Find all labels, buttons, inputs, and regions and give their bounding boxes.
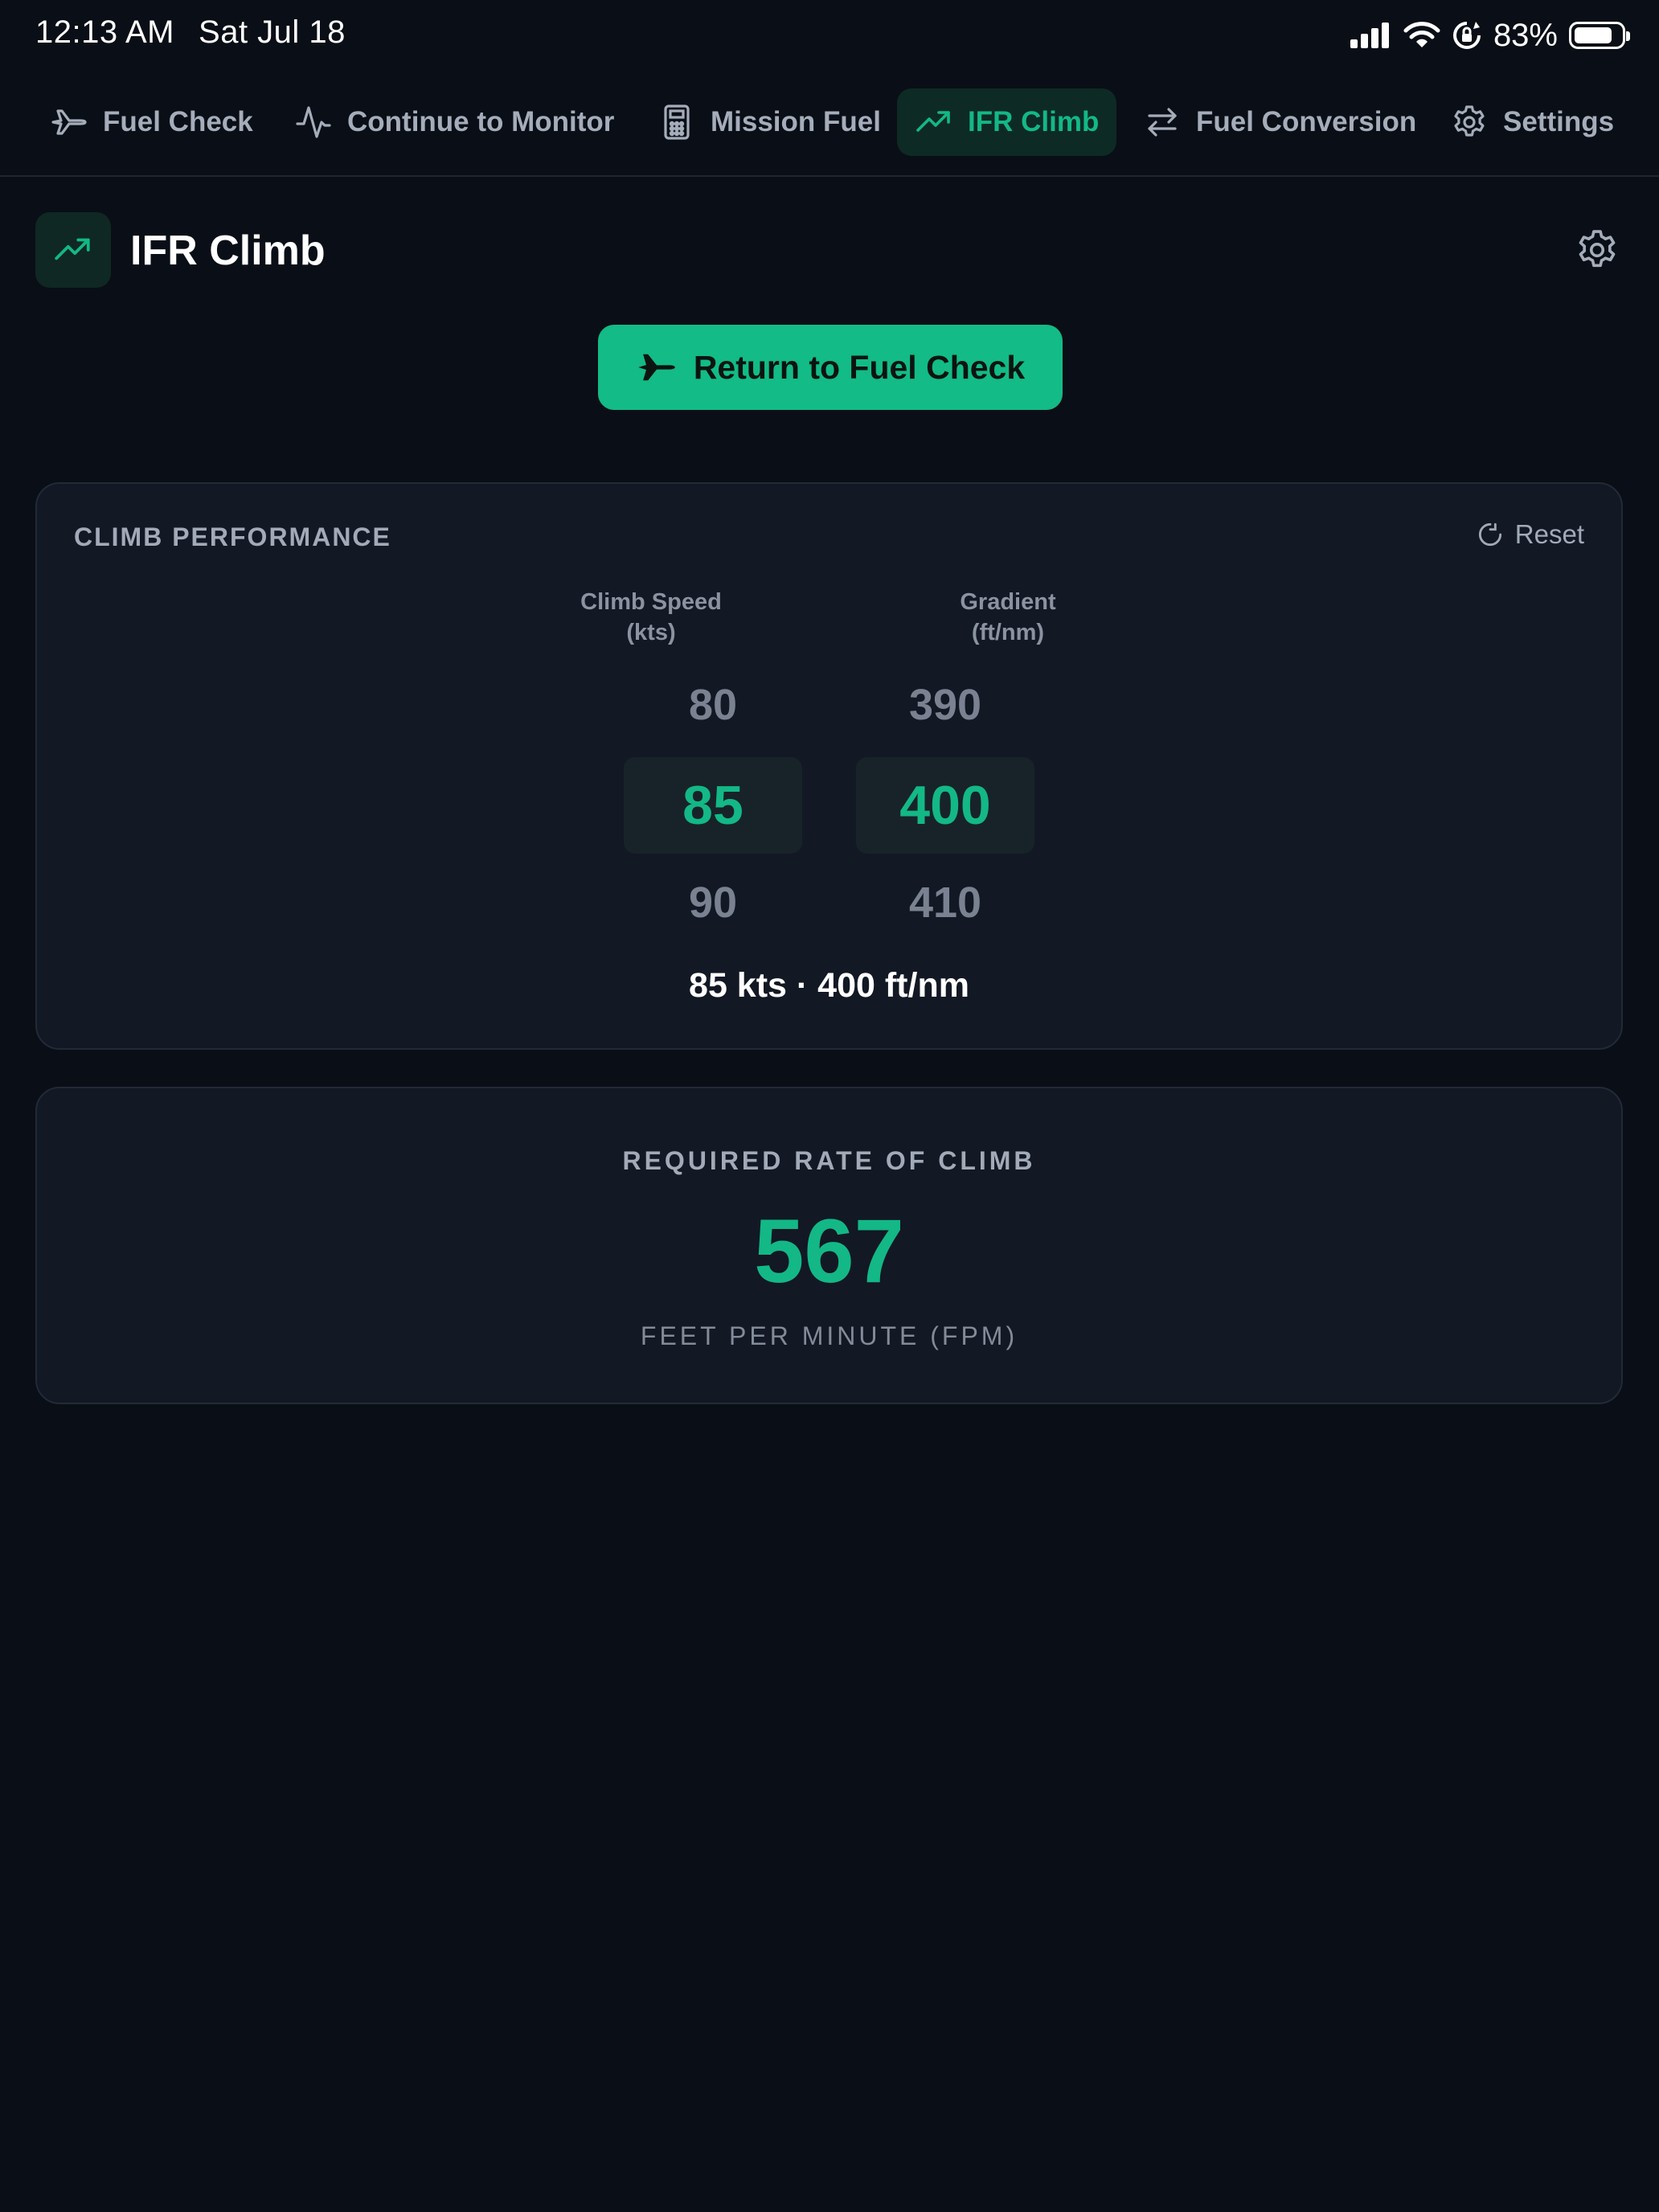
- airplane-icon: [51, 109, 87, 135]
- status-indicators: 83%: [1349, 13, 1630, 58]
- tab-fuel-check[interactable]: Fuel Check: [32, 88, 271, 156]
- battery-percent: 83%: [1493, 17, 1558, 53]
- tab-label: Settings: [1503, 106, 1615, 137]
- refresh-icon: [1478, 522, 1501, 547]
- battery-fill: [1575, 27, 1612, 43]
- tab-bar: Fuel Check Continue to Monitor Mission F…: [0, 84, 1659, 177]
- climb-speed-header: Climb Speed (kts): [547, 587, 756, 648]
- status-date: Sat Jul 18: [199, 14, 346, 50]
- airplane-icon: [638, 354, 675, 381]
- status-time-text: 12:13 AM: [35, 14, 175, 50]
- tab-label: Mission Fuel: [711, 106, 881, 137]
- cellular-signal-icon: [1350, 23, 1389, 48]
- tab-label: Fuel Check: [103, 106, 253, 137]
- return-button-label: Return to Fuel Check: [693, 348, 1026, 386]
- roc-label: REQUIRED RATE OF CLIMB: [622, 1146, 1036, 1175]
- tab-mission-fuel[interactable]: Mission Fuel: [640, 88, 899, 156]
- climb-performance-card: CLIMB PERFORMANCE Reset Climb Speed (kts…: [35, 482, 1623, 1050]
- status-bar: 12:13 AM Sat Jul 18 83%: [0, 0, 1659, 71]
- orientation-lock-icon: [1452, 22, 1481, 49]
- tab-fuel-conversion[interactable]: Fuel Conversion: [1125, 88, 1434, 156]
- reset-button[interactable]: Reset: [1475, 519, 1584, 550]
- gradient-option-next[interactable]: 410: [856, 878, 1034, 928]
- gradient-option-prev[interactable]: 390: [856, 680, 1034, 730]
- gradient-label: Gradient: [960, 589, 1056, 615]
- pulse-icon: [296, 106, 331, 138]
- wifi-icon: [1403, 22, 1440, 47]
- speed-option-next[interactable]: 90: [624, 878, 802, 928]
- settings-gear-icon[interactable]: [1574, 227, 1620, 273]
- roc-value: 567: [754, 1201, 904, 1301]
- swap-arrows-icon: [1148, 108, 1177, 137]
- gear-icon: [1454, 105, 1485, 137]
- tab-continue-to-monitor[interactable]: Continue to Monitor: [276, 88, 632, 156]
- card-title: CLIMB PERFORMANCE: [74, 522, 391, 551]
- page-title: IFR Climb: [130, 227, 326, 274]
- tab-ifr-climb[interactable]: IFR Climb: [897, 88, 1117, 156]
- climb-speed-unit: (kts): [626, 620, 676, 645]
- trending-up-icon: [916, 111, 950, 132]
- battery-icon: [1569, 22, 1630, 49]
- return-to-fuel-check-button[interactable]: Return to Fuel Check: [598, 325, 1063, 410]
- tab-settings[interactable]: Settings: [1432, 88, 1632, 156]
- climb-summary: 85 kts · 400 ft/nm: [689, 966, 969, 1005]
- tab-label: IFR Climb: [968, 106, 1100, 137]
- tab-label: Continue to Monitor: [347, 106, 615, 137]
- speed-option-prev[interactable]: 80: [624, 680, 802, 730]
- speed-option-selected[interactable]: 85: [624, 757, 802, 854]
- gradient-unit: (ft/nm): [971, 620, 1045, 645]
- header-icon-badge: [35, 212, 111, 288]
- reset-label: Reset: [1514, 519, 1584, 549]
- gradient-header: Gradient (ft/nm): [903, 587, 1112, 648]
- roc-unit: FEET PER MINUTE (FPM): [640, 1321, 1018, 1350]
- trending-up-icon: [55, 238, 90, 260]
- rate-of-climb-card: REQUIRED RATE OF CLIMB 567 FEET PER MINU…: [35, 1087, 1623, 1404]
- gradient-option-selected[interactable]: 400: [856, 757, 1034, 854]
- climb-speed-label: Climb Speed: [580, 589, 722, 615]
- tab-label: Fuel Conversion: [1196, 106, 1417, 137]
- status-time: 12:13 AM Sat Jul 18: [35, 14, 346, 51]
- calculator-icon: [664, 104, 690, 140]
